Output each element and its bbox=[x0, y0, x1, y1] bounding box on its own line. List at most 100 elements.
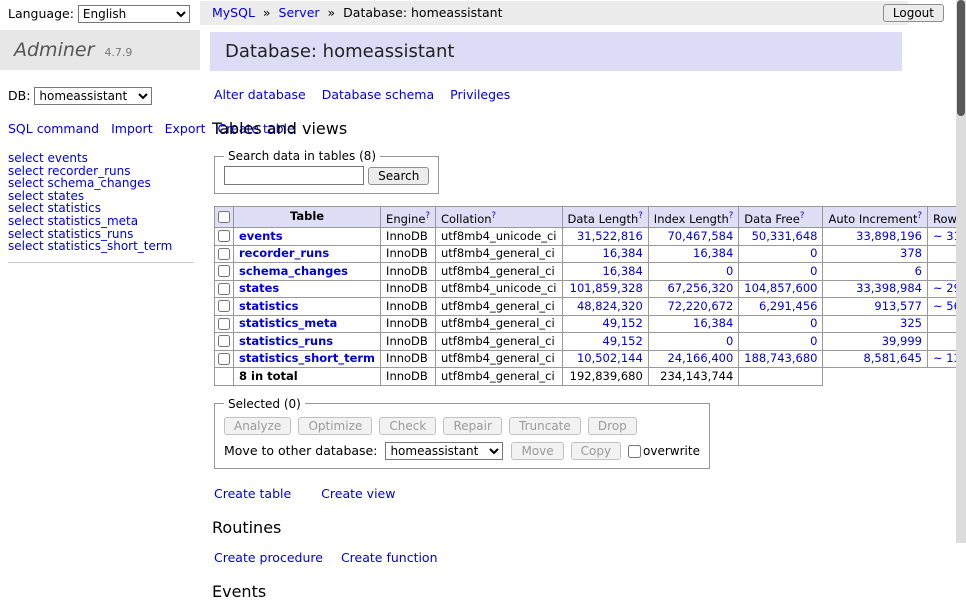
create-function-link[interactable]: Create function bbox=[341, 550, 438, 565]
auto-increment-link[interactable]: 39,999 bbox=[882, 334, 922, 348]
auto-increment-link[interactable]: 6 bbox=[915, 264, 922, 278]
sidebar-item-select-schema-changes[interactable]: select schema_changes bbox=[8, 177, 194, 190]
drop-button[interactable]: Drop bbox=[588, 417, 637, 435]
table-name-link[interactable]: statistics bbox=[239, 299, 299, 313]
sql-command-link[interactable]: SQL command bbox=[8, 121, 99, 136]
data-free-link[interactable]: 0 bbox=[810, 316, 817, 330]
check-button[interactable]: Check bbox=[379, 417, 436, 435]
create-procedure-link[interactable]: Create procedure bbox=[214, 550, 323, 565]
import-link[interactable]: Import bbox=[111, 121, 153, 136]
sidebar-item-select-statistics-meta[interactable]: select statistics_meta bbox=[8, 215, 194, 228]
index-length-hint-link[interactable]: ? bbox=[729, 211, 734, 221]
vertical-scrollbar[interactable] bbox=[956, 0, 966, 543]
table-name-link[interactable]: states bbox=[239, 281, 279, 295]
data-length-link[interactable]: 48,824,320 bbox=[577, 299, 643, 313]
index-length-link[interactable]: 0 bbox=[726, 334, 733, 348]
col-engine-label: Engine bbox=[386, 211, 425, 225]
data-length-link[interactable]: 49,152 bbox=[603, 316, 643, 330]
breadcrumb-server-link[interactable]: Server bbox=[279, 5, 320, 20]
table-name-cell: recorder_runs bbox=[234, 245, 381, 263]
export-link[interactable]: Export bbox=[165, 121, 206, 136]
row-checkbox[interactable] bbox=[218, 230, 230, 242]
data-free-link[interactable]: 0 bbox=[810, 246, 817, 260]
engine-cell: InnoDB bbox=[381, 228, 436, 246]
data-length-link[interactable]: 16,384 bbox=[603, 264, 643, 278]
table-name-link[interactable]: statistics_runs bbox=[239, 334, 333, 348]
create-view-link[interactable]: Create view bbox=[321, 486, 395, 501]
scrollbar-thumb[interactable] bbox=[957, 0, 965, 116]
index-length-link[interactable]: 16,384 bbox=[693, 246, 733, 260]
language-row: Language: English bbox=[8, 5, 190, 23]
data-free-link[interactable]: 188,743,680 bbox=[744, 351, 817, 365]
move-row: Move to other database: homeassistant Mo… bbox=[224, 442, 700, 460]
truncate-button[interactable]: Truncate bbox=[509, 417, 581, 435]
auto-increment-link[interactable]: 33,398,984 bbox=[856, 281, 922, 295]
data-length-link[interactable]: 10,502,144 bbox=[577, 351, 643, 365]
search-legend: Search data in tables (8) bbox=[224, 149, 380, 163]
index-length-link[interactable]: 72,220,672 bbox=[667, 299, 733, 313]
sidebar-item-select-events[interactable]: select events bbox=[8, 152, 194, 165]
move-button[interactable]: Move bbox=[511, 442, 563, 460]
overwrite-checkbox[interactable] bbox=[628, 445, 641, 458]
data-free-hint-link[interactable]: ? bbox=[800, 211, 805, 221]
auto-increment-link[interactable]: 8,581,645 bbox=[863, 351, 922, 365]
table-name-link[interactable]: events bbox=[239, 229, 283, 243]
row-checkbox[interactable] bbox=[218, 335, 230, 347]
data-length-link[interactable]: 101,859,328 bbox=[570, 281, 643, 295]
row-checkbox[interactable] bbox=[218, 248, 230, 260]
optimize-button[interactable]: Optimize bbox=[298, 417, 372, 435]
row-checkbox[interactable] bbox=[218, 318, 230, 330]
auto-increment-link[interactable]: 913,577 bbox=[874, 299, 922, 313]
total-collation-cell: utf8mb4_general_ci bbox=[435, 368, 562, 386]
auto-increment-link[interactable]: 378 bbox=[900, 246, 922, 260]
auto-increment-hint-link[interactable]: ? bbox=[917, 211, 922, 221]
privileges-link[interactable]: Privileges bbox=[450, 87, 510, 102]
auto-increment-link[interactable]: 33,898,196 bbox=[856, 229, 922, 243]
index-length-link[interactable]: 67,256,320 bbox=[667, 281, 733, 295]
data-free-link[interactable]: 50,331,648 bbox=[752, 229, 818, 243]
search-input[interactable] bbox=[224, 166, 364, 185]
breadcrumb-mysql-link[interactable]: MySQL bbox=[212, 5, 255, 20]
select-all-checkbox[interactable] bbox=[218, 211, 230, 223]
analyze-button[interactable]: Analyze bbox=[224, 417, 291, 435]
index-length-link[interactable]: 16,384 bbox=[693, 316, 733, 330]
data-free-link[interactable]: 0 bbox=[810, 264, 817, 278]
data-free-link[interactable]: 0 bbox=[810, 334, 817, 348]
index-length-link[interactable]: 0 bbox=[726, 264, 733, 278]
move-db-select[interactable]: homeassistant bbox=[385, 442, 503, 460]
language-select[interactable]: English bbox=[78, 5, 190, 23]
data-free-cell: 188,743,680 bbox=[739, 350, 823, 368]
engine-cell: InnoDB bbox=[381, 280, 436, 298]
row-checkbox[interactable] bbox=[218, 353, 230, 365]
index-length-link[interactable]: 70,467,584 bbox=[667, 229, 733, 243]
data-free-link[interactable]: 104,857,600 bbox=[744, 281, 817, 295]
auto-increment-link[interactable]: 325 bbox=[900, 316, 922, 330]
search-button[interactable]: Search bbox=[368, 167, 429, 185]
sidebar-item-select-statistics-short-term[interactable]: select statistics_short_term bbox=[8, 240, 194, 253]
database-schema-link[interactable]: Database schema bbox=[322, 87, 434, 102]
data-length-link[interactable]: 49,152 bbox=[603, 334, 643, 348]
row-checkbox[interactable] bbox=[218, 283, 230, 295]
row-checkbox[interactable] bbox=[218, 265, 230, 277]
alter-database-link[interactable]: Alter database bbox=[214, 87, 306, 102]
app-name[interactable]: Adminer bbox=[14, 39, 94, 61]
data-free-link[interactable]: 6,291,456 bbox=[759, 299, 818, 313]
data-length-link[interactable]: 31,522,816 bbox=[577, 229, 643, 243]
data-length-hint-link[interactable]: ? bbox=[638, 211, 643, 221]
logout-button[interactable]: Logout bbox=[883, 4, 944, 22]
engine-hint-link[interactable]: ? bbox=[425, 211, 430, 221]
db-select[interactable]: homeassistant bbox=[34, 87, 152, 105]
repair-button[interactable]: Repair bbox=[443, 417, 501, 435]
table-name-link[interactable]: schema_changes bbox=[239, 264, 348, 278]
col-data-free: Data Free? bbox=[739, 207, 823, 228]
collation-hint-link[interactable]: ? bbox=[492, 211, 497, 221]
row-checkbox[interactable] bbox=[218, 300, 230, 312]
routines-heading: Routines bbox=[212, 518, 902, 537]
copy-button[interactable]: Copy bbox=[571, 442, 621, 460]
index-length-link[interactable]: 24,166,400 bbox=[667, 351, 733, 365]
table-name-link[interactable]: recorder_runs bbox=[239, 246, 329, 260]
create-table-link[interactable]: Create table bbox=[214, 486, 291, 501]
data-length-link[interactable]: 16,384 bbox=[603, 246, 643, 260]
table-name-link[interactable]: statistics_meta bbox=[239, 316, 337, 330]
table-name-link[interactable]: statistics_short_term bbox=[239, 351, 375, 365]
